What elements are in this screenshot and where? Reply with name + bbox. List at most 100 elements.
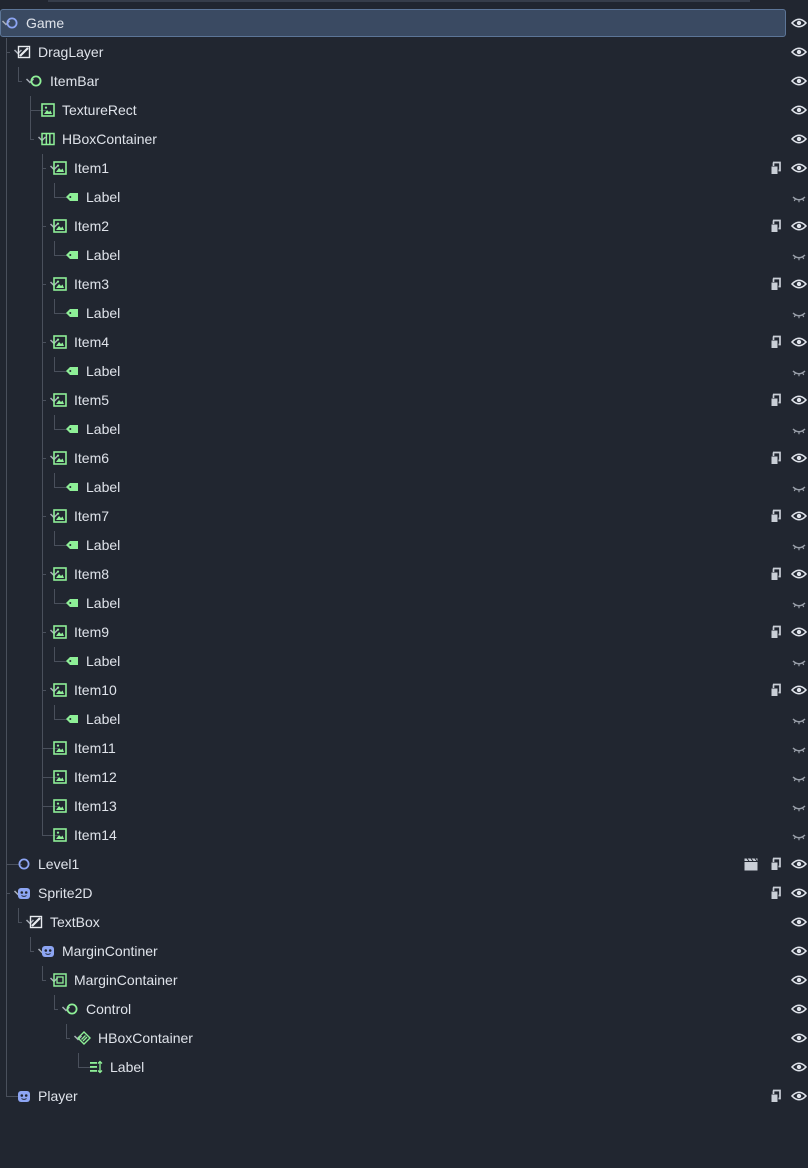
eye-icon[interactable] bbox=[790, 1030, 808, 1046]
script-icon[interactable] bbox=[767, 682, 783, 698]
tree-row-item11[interactable]: Item11 bbox=[0, 734, 808, 763]
eye-icon[interactable] bbox=[790, 943, 808, 959]
tree-row-itembar[interactable]: ItemBar bbox=[0, 67, 808, 96]
tree-guide-line bbox=[6, 125, 7, 154]
tree-row-item4[interactable]: Item4 bbox=[0, 328, 808, 357]
eye-closed-icon[interactable] bbox=[791, 740, 807, 756]
tree-row-item3[interactable]: Item3 bbox=[0, 270, 808, 299]
eye-icon[interactable] bbox=[790, 102, 808, 118]
eye-icon[interactable] bbox=[790, 1059, 808, 1075]
tree-row-item8[interactable]: Item8 bbox=[0, 560, 808, 589]
tree-row-sprite2d[interactable]: Sprite2D bbox=[0, 879, 808, 908]
tree-row-label[interactable]: Label bbox=[0, 241, 808, 270]
tree-row-margincontiner[interactable]: MarginContiner bbox=[0, 937, 808, 966]
eye-icon[interactable] bbox=[790, 131, 808, 147]
texture-rect-icon bbox=[53, 509, 67, 523]
eye-closed-icon[interactable] bbox=[791, 798, 807, 814]
tree-row-item9[interactable]: Item9 bbox=[0, 618, 808, 647]
tree-row-label[interactable]: Label bbox=[0, 183, 808, 212]
tree-guide-line bbox=[6, 502, 7, 531]
script-icon[interactable] bbox=[767, 566, 783, 582]
eye-closed-icon[interactable] bbox=[791, 653, 807, 669]
tree-row-texturerect[interactable]: TextureRect bbox=[0, 96, 808, 125]
eye-closed-icon[interactable] bbox=[791, 479, 807, 495]
tree-row-label[interactable]: Label bbox=[0, 357, 808, 386]
tree-row-label[interactable]: Label bbox=[0, 647, 808, 676]
tree-row-item5[interactable]: Item5 bbox=[0, 386, 808, 415]
tree-row-item6[interactable]: Item6 bbox=[0, 444, 808, 473]
tree-row-item1[interactable]: Item1 bbox=[0, 154, 808, 183]
label-icon bbox=[65, 422, 79, 436]
eye-icon[interactable] bbox=[790, 682, 808, 698]
eye-icon[interactable] bbox=[790, 276, 808, 292]
tree-row-hboxcontainer[interactable]: HBoxContainer bbox=[0, 1024, 808, 1053]
eye-icon[interactable] bbox=[790, 44, 808, 60]
eye-closed-icon[interactable] bbox=[791, 189, 807, 205]
tree-row-item10[interactable]: Item10 bbox=[0, 676, 808, 705]
node-name: HBoxContainer bbox=[98, 1030, 193, 1046]
tree-row-hboxcontainer[interactable]: HBoxContainer bbox=[0, 125, 808, 154]
tree-row-level1[interactable]: Level1 bbox=[0, 850, 808, 879]
eye-icon[interactable] bbox=[790, 73, 808, 89]
tree-guide-line bbox=[78, 1053, 79, 1068]
script-icon[interactable] bbox=[767, 856, 783, 872]
tree-row-label[interactable]: Label bbox=[0, 299, 808, 328]
eye-icon[interactable] bbox=[790, 972, 808, 988]
eye-closed-icon[interactable] bbox=[791, 711, 807, 727]
tree-row-label[interactable]: Label bbox=[0, 589, 808, 618]
scene-tree[interactable]: Game DragLayer ItemBar TextureRect HBoxConta… bbox=[0, 9, 808, 1111]
eye-icon[interactable] bbox=[790, 914, 808, 930]
eye-icon[interactable] bbox=[790, 392, 808, 408]
tree-row-item7[interactable]: Item7 bbox=[0, 502, 808, 531]
tree-row-item14[interactable]: Item14 bbox=[0, 821, 808, 850]
tree-row-item2[interactable]: Item2 bbox=[0, 212, 808, 241]
script-icon[interactable] bbox=[767, 334, 783, 350]
tree-row-label[interactable]: Label bbox=[0, 415, 808, 444]
script-icon[interactable] bbox=[767, 160, 783, 176]
script-icon[interactable] bbox=[767, 508, 783, 524]
eye-icon[interactable] bbox=[790, 218, 808, 234]
eye-closed-icon[interactable] bbox=[791, 305, 807, 321]
tree-row-textbox[interactable]: TextBox bbox=[0, 908, 808, 937]
tree-row-draglayer[interactable]: DragLayer bbox=[0, 38, 808, 67]
script-icon[interactable] bbox=[767, 624, 783, 640]
eye-icon[interactable] bbox=[790, 856, 808, 872]
eye-icon[interactable] bbox=[790, 450, 808, 466]
eye-icon[interactable] bbox=[790, 508, 808, 524]
tree-row-game[interactable]: Game bbox=[0, 9, 808, 38]
script-icon[interactable] bbox=[767, 218, 783, 234]
script-icon[interactable] bbox=[767, 1088, 783, 1104]
eye-closed-icon[interactable] bbox=[791, 827, 807, 843]
tree-row-item13[interactable]: Item13 bbox=[0, 792, 808, 821]
tree-row-margincontainer[interactable]: MarginContainer bbox=[0, 966, 808, 995]
script-icon[interactable] bbox=[767, 885, 783, 901]
tree-row-label[interactable]: Label bbox=[0, 1053, 808, 1082]
tree-row-label[interactable]: Label bbox=[0, 705, 808, 734]
node-name: Item8 bbox=[74, 566, 110, 582]
tree-row-label[interactable]: Label bbox=[0, 531, 808, 560]
eye-icon[interactable] bbox=[790, 160, 808, 176]
eye-closed-icon[interactable] bbox=[791, 595, 807, 611]
eye-icon[interactable] bbox=[790, 1088, 808, 1104]
eye-closed-icon[interactable] bbox=[791, 247, 807, 263]
eye-icon[interactable] bbox=[790, 624, 808, 640]
script-icon[interactable] bbox=[767, 392, 783, 408]
eye-icon[interactable] bbox=[790, 885, 808, 901]
eye-icon[interactable] bbox=[790, 1001, 808, 1017]
eye-closed-icon[interactable] bbox=[791, 363, 807, 379]
tree-row-control[interactable]: Control bbox=[0, 995, 808, 1024]
eye-closed-icon[interactable] bbox=[791, 769, 807, 785]
open-scene-icon[interactable] bbox=[743, 856, 759, 872]
script-icon[interactable] bbox=[767, 276, 783, 292]
tree-guide-line bbox=[42, 241, 43, 270]
eye-closed-icon[interactable] bbox=[791, 537, 807, 553]
tree-guide-line bbox=[6, 647, 7, 676]
eye-icon[interactable] bbox=[790, 566, 808, 582]
eye-icon[interactable] bbox=[790, 334, 808, 350]
tree-row-label[interactable]: Label bbox=[0, 473, 808, 502]
eye-closed-icon[interactable] bbox=[791, 421, 807, 437]
eye-icon[interactable] bbox=[790, 15, 808, 31]
tree-row-item12[interactable]: Item12 bbox=[0, 763, 808, 792]
script-icon[interactable] bbox=[767, 450, 783, 466]
tree-row-player[interactable]: Player bbox=[0, 1082, 808, 1111]
